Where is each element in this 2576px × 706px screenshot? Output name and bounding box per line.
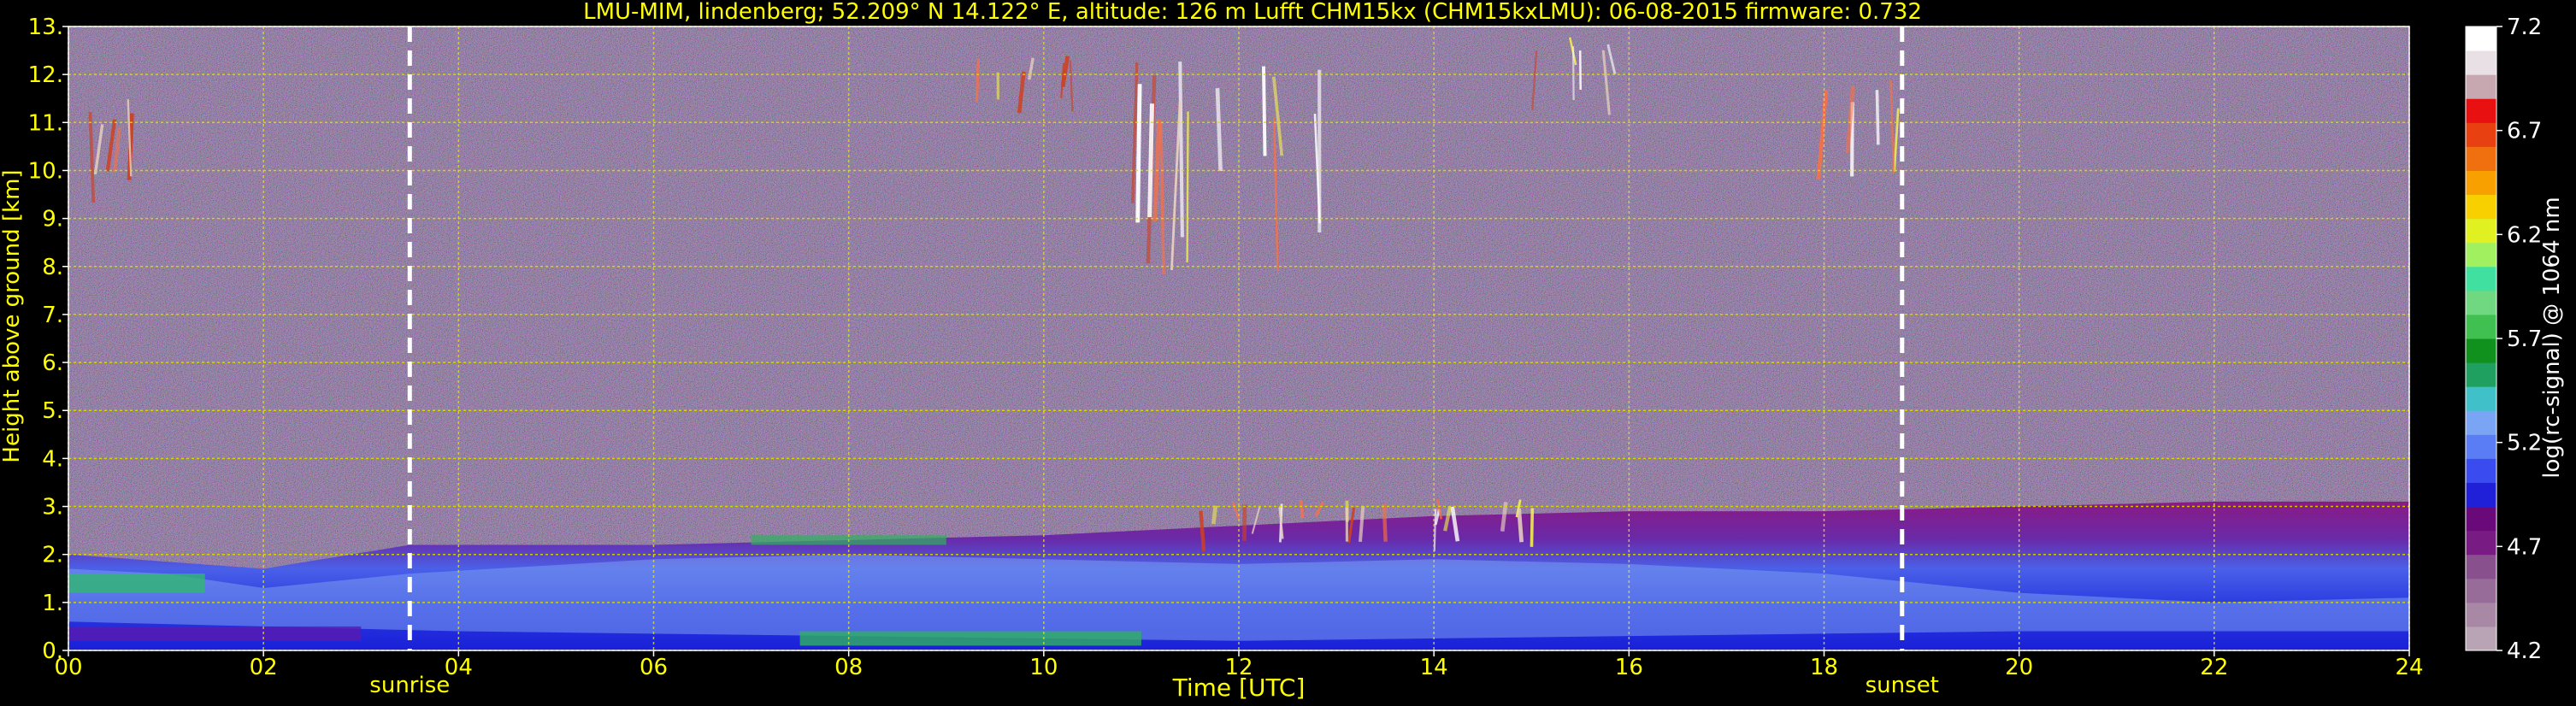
- colorbar-segment: [2466, 26, 2496, 51]
- chart-title: LMU-MIM, lindenberg; 52.209° N 14.122° E…: [583, 0, 1922, 25]
- colorbar-tick-label: 4.2: [2507, 638, 2542, 664]
- y-tick-label: 9.: [42, 207, 63, 232]
- x-tick-label: 06: [640, 655, 668, 680]
- y-axis-ticks: 0. 1. 2. 3. 4. 5. 6. 7. 8. 9. 10. 11. 12. 13.: [28, 15, 68, 664]
- x-tick-label: 10: [1029, 655, 1058, 680]
- y-tick-label: 3.: [42, 495, 63, 521]
- y-tick-label: 10.: [28, 158, 63, 184]
- x-tick-label: 02: [250, 655, 278, 680]
- colorbar-segment: [2466, 434, 2496, 459]
- x-tick-label: 14: [1420, 655, 1448, 680]
- colorbar-tick-label: 6.2: [2507, 222, 2542, 248]
- colorbar-segment: [2466, 314, 2496, 339]
- colorbar-segment: [2466, 50, 2496, 75]
- colorbar-tick-label: 5.2: [2507, 431, 2542, 456]
- y-tick-label: 13.: [28, 15, 63, 40]
- colorbar-segment: [2466, 170, 2496, 196]
- plot-area: [68, 26, 2410, 651]
- colorbar-segment: [2466, 578, 2496, 603]
- colorbar-segment: [2466, 146, 2496, 171]
- colorbar-segment: [2466, 338, 2496, 363]
- x-tick-label: 20: [2005, 655, 2033, 680]
- colorbar-segment: [2466, 458, 2496, 483]
- colorbar-segment: [2466, 482, 2496, 508]
- y-tick-label: 12.: [28, 62, 63, 88]
- colorbar-tick-label: 7.2: [2507, 15, 2542, 40]
- x-tick-label: 18: [1810, 655, 1838, 680]
- colorbar-segment: [2466, 626, 2496, 651]
- aerosol-patch: [68, 626, 362, 641]
- colorbar: 7.2 6.7 6.2 5.7 5.2 4.7 4.2: [2465, 15, 2542, 664]
- aerosol-patch: [68, 574, 205, 593]
- y-tick-label: 2.: [42, 543, 63, 568]
- y-tick-label: 7.: [42, 303, 63, 328]
- colorbar-segment: [2466, 602, 2496, 627]
- sunrise-label: sunrise: [369, 673, 450, 698]
- colorbar-segment: [2466, 386, 2496, 411]
- colorbar-segment: [2466, 266, 2496, 291]
- sunset-label: sunset: [1866, 673, 1939, 698]
- x-tick-label: 22: [2200, 655, 2228, 680]
- y-tick-label: 11.: [28, 110, 63, 136]
- colorbar-tick-label: 6.7: [2507, 119, 2542, 144]
- colorbar-segment: [2466, 362, 2496, 387]
- colorbar-segment: [2466, 74, 2496, 99]
- ceilometer-figure: LMU-MIM, lindenberg; 52.209° N 14.122° E…: [0, 0, 2565, 702]
- y-tick-label: 5.: [42, 398, 63, 424]
- x-tick-label: 16: [1615, 655, 1643, 680]
- colorbar-segment: [2466, 530, 2496, 556]
- y-tick-label: 0.: [42, 638, 63, 664]
- aerosol-patch: [799, 631, 1141, 646]
- colorbar-segment: [2466, 506, 2496, 532]
- colorbar-segment: [2466, 554, 2496, 580]
- colorbar-tick-label: 4.7: [2507, 534, 2542, 560]
- y-axis-label: Height above ground [km]: [0, 169, 25, 462]
- colorbar-segment: [2466, 122, 2496, 147]
- y-tick-label: 4.: [42, 446, 63, 472]
- colorbar-tick-label: 5.7: [2507, 327, 2542, 352]
- y-tick-label: 1.: [42, 591, 63, 616]
- y-tick-label: 8.: [42, 255, 63, 280]
- x-tick-label: 24: [2395, 655, 2423, 680]
- colorbar-segment: [2466, 410, 2496, 435]
- colorbar-segment: [2466, 98, 2496, 123]
- colorbar-label: log(rc-signal) @ 1064 nm: [2539, 197, 2565, 478]
- x-tick-label: 08: [834, 655, 863, 680]
- colorbar-segment: [2466, 242, 2496, 268]
- colorbar-segment: [2466, 194, 2496, 220]
- colorbar-segment: [2466, 290, 2496, 315]
- x-axis-label: Time [UTC]: [1172, 674, 1306, 702]
- y-tick-label: 6.: [42, 350, 63, 376]
- colorbar-segment: [2466, 218, 2496, 244]
